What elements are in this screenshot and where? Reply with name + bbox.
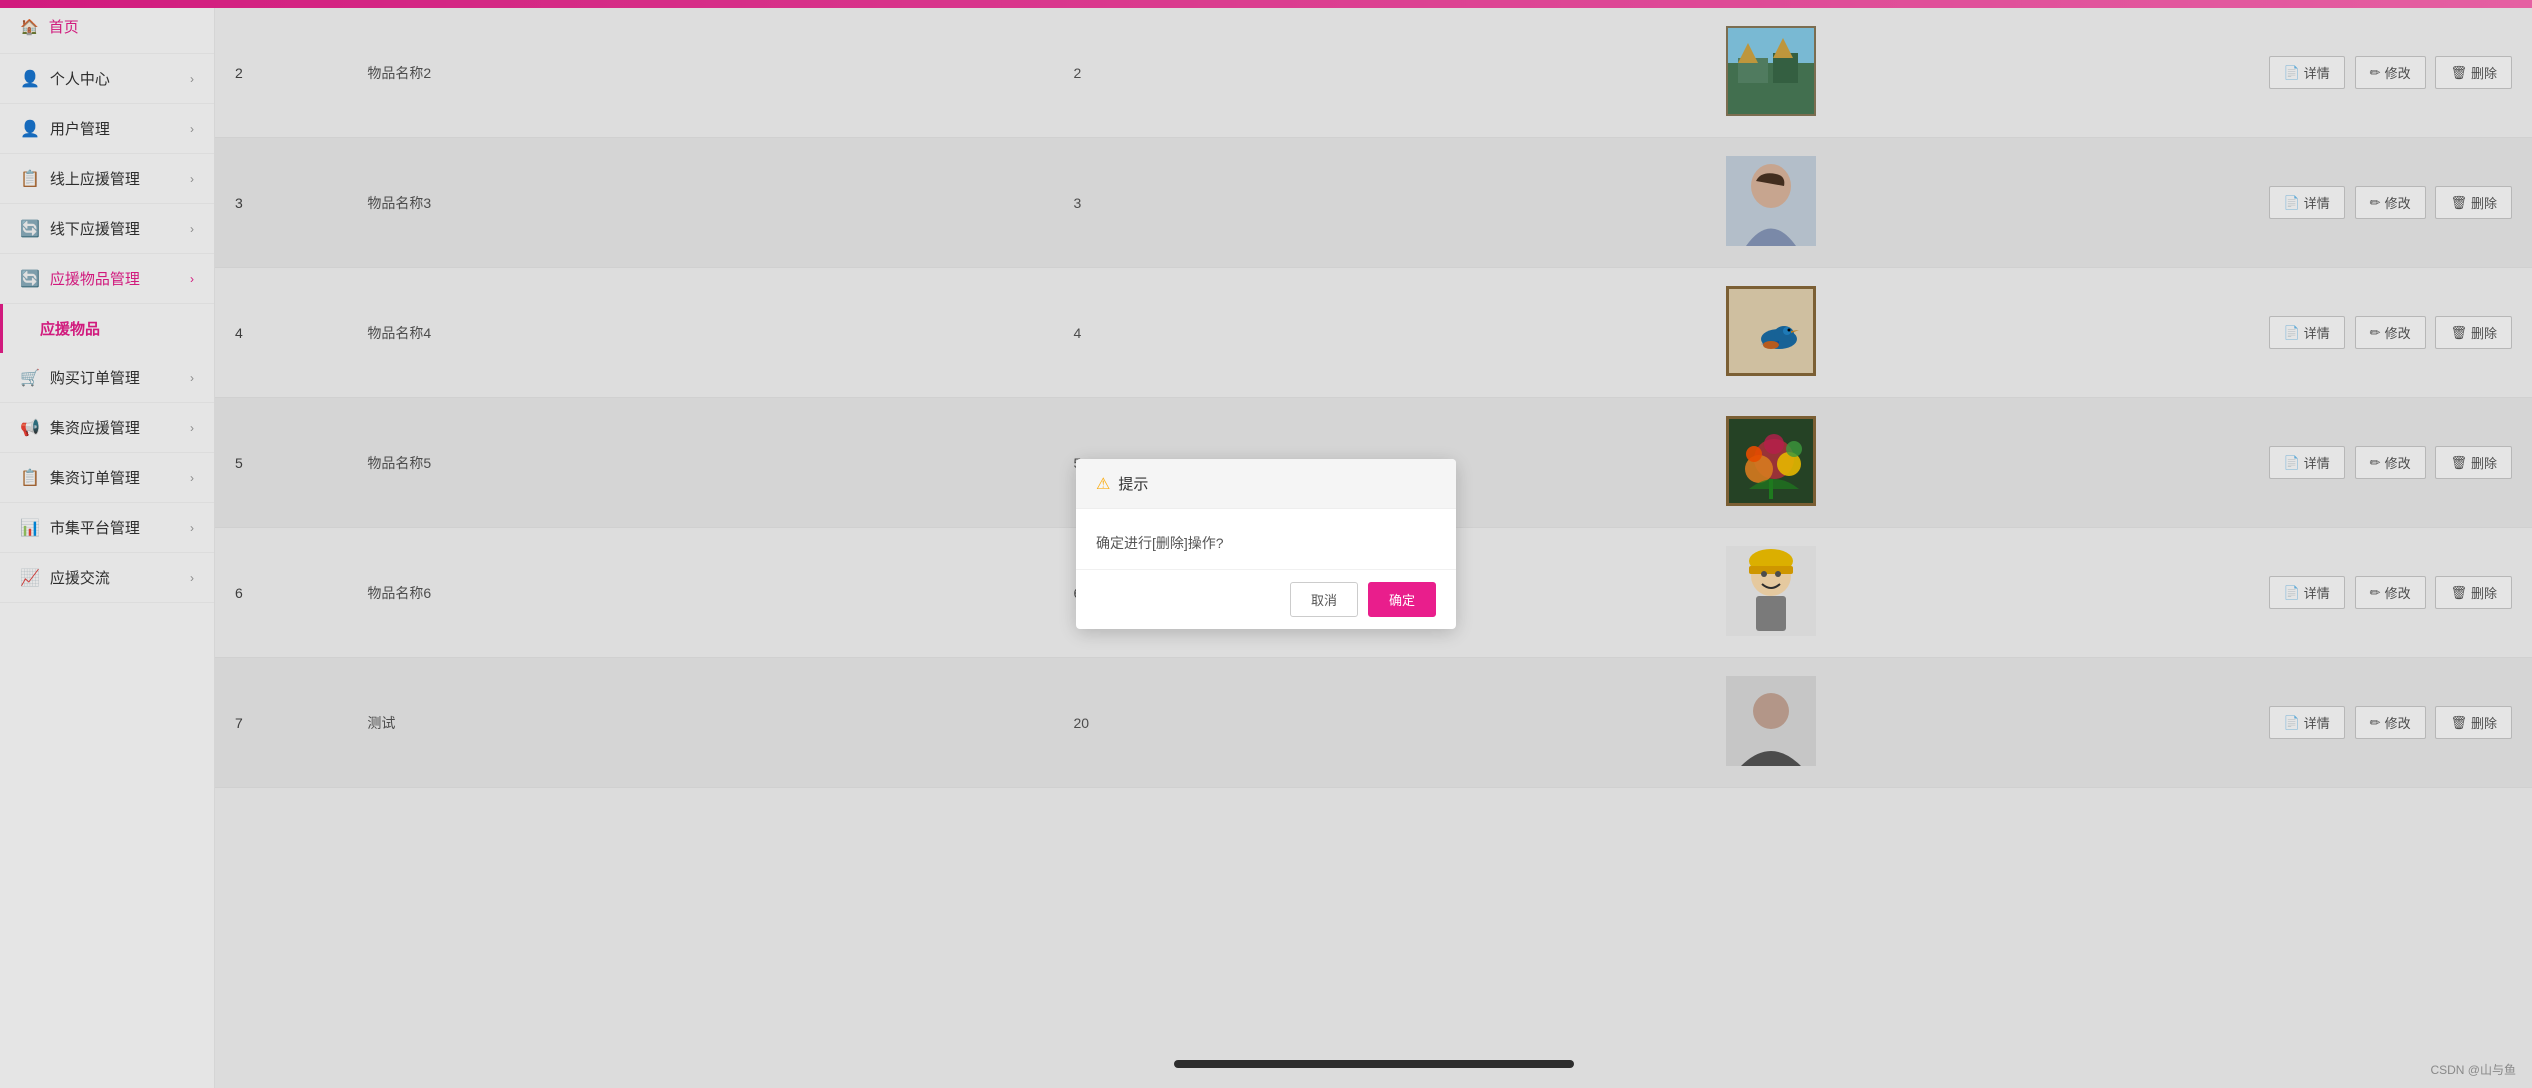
confirm-dialog: ⚠ 提示 确定进行[删除]操作? 取消 确定 [1076,459,1456,629]
dialog-header: ⚠ 提示 [1076,459,1456,509]
dialog-footer: 取消 确定 [1076,569,1456,629]
dialog-body: 确定进行[删除]操作? [1076,509,1456,569]
warning-icon: ⚠ [1096,474,1110,494]
dialog-title: 提示 [1118,473,1148,494]
dialog-overlay: ⚠ 提示 确定进行[删除]操作? 取消 确定 [0,0,2532,1088]
dialog-confirm-button[interactable]: 确定 [1368,582,1436,617]
dialog-cancel-button[interactable]: 取消 [1290,582,1358,617]
dialog-message: 确定进行[删除]操作? [1096,535,1224,551]
